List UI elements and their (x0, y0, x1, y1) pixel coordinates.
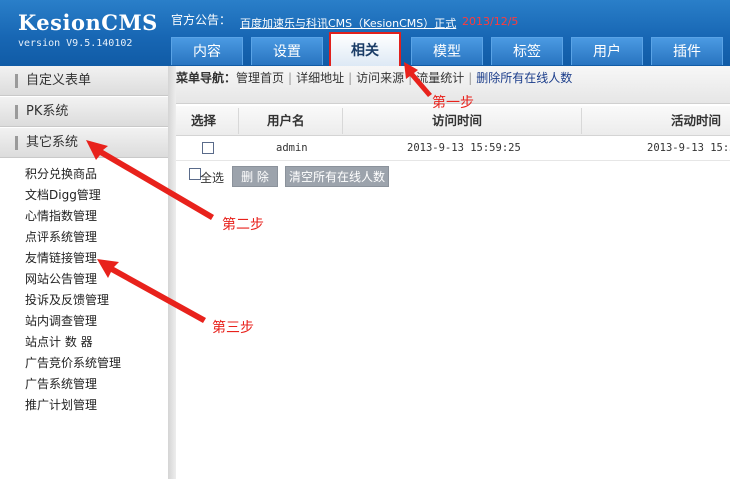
tab-users[interactable]: 用户 (571, 37, 643, 65)
tab-content[interactable]: 内容 (171, 37, 243, 65)
breadcrumb-link-stats[interactable]: 流量统计 (416, 71, 464, 85)
column-header-select: 选择 (191, 113, 217, 128)
app-logo: KesionCMS (18, 10, 158, 35)
delete-button[interactable]: 删 除 (232, 166, 278, 187)
annotation-step3: 第三步 (212, 320, 254, 336)
section-label: 其它系统 (26, 135, 79, 150)
annotation-step1: 第一步 (432, 95, 474, 111)
sidebar-item-ads[interactable]: 广告系统管理 (25, 375, 97, 392)
left-sidebar: 自定义表单 PK系统 其它系统 积分兑换商品 文档Digg管理 心情指数管理 点… (0, 66, 170, 479)
tab-tags[interactable]: 标签 (491, 37, 563, 65)
sidebar-section-other[interactable]: 其它系统 (0, 128, 170, 158)
cell-active-time: 2013-9-13 15:5 (647, 142, 730, 154)
version-label: version V9.5.140102 (18, 38, 133, 49)
sidebar-item-promotion[interactable]: 推广计划管理 (25, 396, 97, 413)
notice-date: 2013/12/5 (462, 15, 519, 28)
tab-model[interactable]: 模型 (411, 37, 483, 65)
notice-label: 官方公告： (171, 13, 232, 27)
column-header-active-time: 活动时间 (671, 113, 722, 128)
breadcrumb-link-delete-online[interactable]: 删除所有在线人数 (476, 71, 572, 85)
table-row: admin 2013-9-13 15:59:25 2013-9-13 15:5 (176, 137, 730, 161)
tab-plugins[interactable]: 插件 (651, 37, 723, 65)
section-label: PK系统 (26, 104, 69, 119)
annotation-step2: 第二步 (222, 217, 264, 233)
breadcrumb-separator: | (408, 71, 413, 85)
breadcrumb: 菜单导航：管理首页 | 详细地址 | 访问来源 | 流量统计 | 删除所有在线人数 (176, 69, 572, 86)
clear-all-online-button[interactable]: 清空所有在线人数 (285, 166, 389, 187)
sidebar-item-feedback[interactable]: 投诉及反馈管理 (25, 291, 109, 308)
section-bar-icon (15, 74, 18, 88)
column-divider (238, 108, 239, 134)
cell-username: admin (276, 142, 308, 154)
breadcrumb-link-home[interactable]: 管理首页 (236, 71, 284, 85)
section-bar-icon (15, 136, 18, 150)
sidebar-item-announcements[interactable]: 网站公告管理 (25, 270, 97, 287)
tab-related[interactable]: 相关 (329, 32, 401, 68)
sidebar-item-digg[interactable]: 文档Digg管理 (25, 186, 101, 203)
breadcrumb-separator: | (288, 71, 293, 85)
sidebar-section-pk[interactable]: PK系统 (0, 97, 170, 127)
cell-visit-time: 2013-9-13 15:59:25 (407, 142, 521, 154)
section-bar-icon (15, 105, 18, 119)
breadcrumb-link-details[interactable]: 详细地址 (296, 71, 344, 85)
breadcrumb-link-source[interactable]: 访问来源 (356, 71, 404, 85)
breadcrumb-label: 菜单导航： (176, 71, 237, 85)
column-divider (342, 108, 343, 134)
sidebar-item-friend-links[interactable]: 友情链接管理 (25, 249, 97, 266)
column-header-username: 用户名 (267, 113, 305, 128)
tab-settings[interactable]: 设置 (251, 37, 323, 65)
column-divider (581, 108, 582, 134)
row-checkbox[interactable] (202, 142, 214, 154)
sidebar-section-custom-form[interactable]: 自定义表单 (0, 66, 170, 96)
breadcrumb-separator: | (348, 71, 353, 85)
sidebar-item-ad-bidding[interactable]: 广告竞价系统管理 (25, 354, 121, 371)
sidebar-item-review[interactable]: 点评系统管理 (25, 228, 97, 245)
breadcrumb-separator: | (468, 71, 473, 85)
sidebar-item-survey[interactable]: 站内调查管理 (25, 312, 97, 329)
section-label: 自定义表单 (26, 73, 92, 88)
sidebar-splitter[interactable] (168, 66, 176, 479)
sidebar-item-counter[interactable]: 站点计 数 器 (25, 333, 93, 350)
sidebar-item-mood[interactable]: 心情指数管理 (25, 207, 97, 224)
top-header: KesionCMS version V9.5.140102 官方公告： 百度加速… (0, 0, 730, 68)
notice-link[interactable]: 百度加速乐与科讯CMS（KesionCMS）正式 (240, 15, 456, 31)
sidebar-item-points-exchange[interactable]: 积分兑换商品 (25, 165, 97, 182)
select-all-label[interactable]: 全选 (200, 169, 224, 186)
